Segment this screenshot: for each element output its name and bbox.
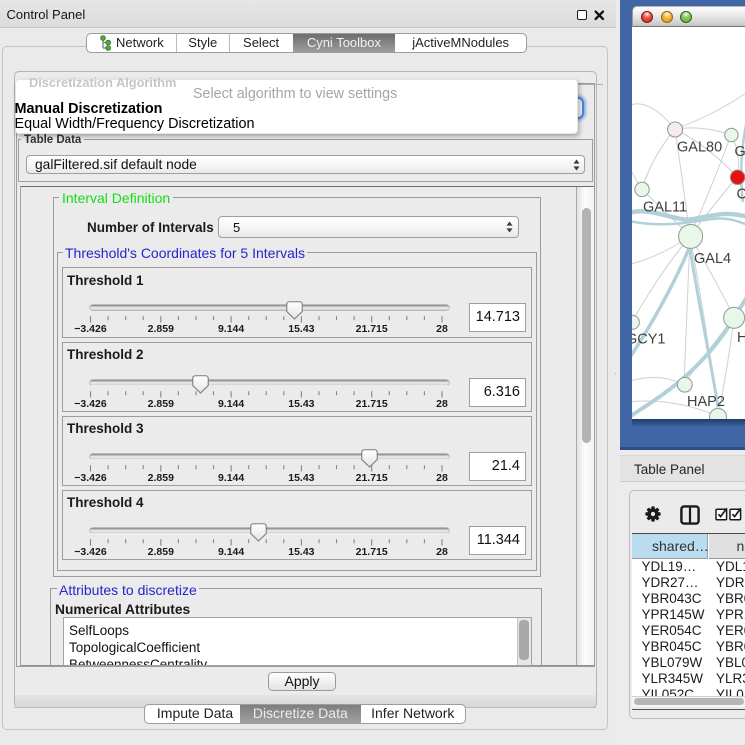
svg-text:H: H bbox=[737, 330, 745, 346]
svg-text:GCY1: GCY1 bbox=[632, 332, 666, 348]
svg-text:GA: GA bbox=[734, 144, 745, 160]
svg-text:GAL11: GAL11 bbox=[643, 200, 687, 216]
svg-text:C: C bbox=[736, 187, 745, 203]
svg-text:HAP2: HAP2 bbox=[687, 394, 725, 410]
svg-text:GAL80: GAL80 bbox=[677, 140, 722, 156]
svg-text:GAL4: GAL4 bbox=[694, 251, 731, 267]
